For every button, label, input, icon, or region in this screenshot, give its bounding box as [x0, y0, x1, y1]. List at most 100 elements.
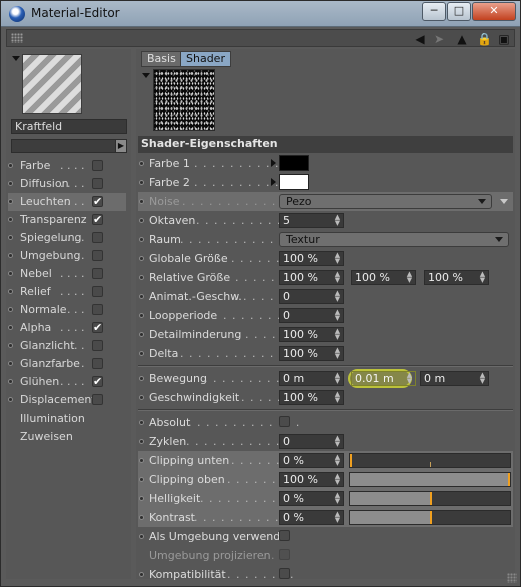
color-swatch-black[interactable] — [279, 155, 309, 171]
prop-umgebung-projizieren[interactable]: Umgebung projizieren . . . — [138, 546, 513, 565]
title-bar[interactable]: Material-Editor ─ □ ✕ — [1, 1, 520, 27]
channel-checkbox[interactable] — [92, 268, 103, 279]
spinner-icon[interactable]: ▲ ▼ — [334, 309, 341, 322]
spinner-icon[interactable]: ▲ ▼ — [334, 511, 341, 524]
animat-field[interactable]: 0 ▲ ▼ — [279, 289, 344, 304]
channel-item[interactable]: Transparenz. . . . ✔ — [8, 211, 126, 229]
prop-farbe1[interactable]: Farbe 1 . . . . . . . . . . . . — [138, 154, 513, 173]
prop-clipping-oben[interactable]: Clipping oben . . . . . . . . . 100 % ▲ ▼ — [138, 470, 513, 489]
channel-checkbox[interactable] — [92, 178, 103, 189]
prop-farbe2[interactable]: Farbe 2 . . . . . . . . . . . . — [138, 173, 513, 192]
toolbar-grip-icon[interactable] — [11, 33, 23, 43]
prop-globale-groesse[interactable]: Globale Größe . . . . . . . . . 100 % ▲ ▼ — [138, 249, 513, 268]
anim-dot-icon[interactable] — [8, 163, 13, 168]
maximize-button[interactable]: □ — [447, 2, 471, 21]
channel-item[interactable]: Glühen. . . . ✔ — [8, 373, 126, 391]
shader-preview[interactable] — [153, 69, 215, 131]
anim-dot-icon[interactable] — [139, 477, 144, 482]
tab-shader[interactable]: Shader — [180, 51, 231, 67]
anim-dot-icon[interactable] — [139, 294, 144, 299]
anim-dot-icon[interactable] — [8, 343, 13, 348]
channel-item[interactable]: Relief . . . . — [8, 283, 126, 301]
clip-unten-slider[interactable] — [349, 453, 511, 468]
anim-dot-icon[interactable] — [8, 397, 13, 402]
prop-kontrast[interactable]: Kontrast . . . . . . . . . . . . 0 % ▲ ▼ — [138, 508, 513, 527]
delta-field[interactable]: 100 % ▲ ▼ — [279, 346, 344, 361]
prop-delta[interactable]: Delta . . . . . . . . . . . . . . 100 % ▲… — [138, 344, 513, 363]
spinner-icon[interactable]: ▲ ▼ — [334, 214, 341, 227]
anim-dot-icon[interactable] — [139, 313, 144, 318]
anim-dot-icon[interactable] — [139, 515, 144, 520]
prop-absolut[interactable]: Absolut . . . . . . . . . . . . . — [138, 413, 513, 432]
clip-oben-slider[interactable] — [349, 472, 511, 487]
clip-oben-field[interactable]: 100 % ▲ ▼ — [279, 472, 344, 487]
bewegung-z-field[interactable]: 0 m ▲ ▼ — [420, 371, 489, 386]
spinner-icon[interactable]: ▲ ▼ — [334, 290, 341, 303]
spinner-icon[interactable]: ▲ ▼ — [334, 492, 341, 505]
spinner-icon[interactable]: ▲ ▼ — [334, 473, 341, 486]
color-swatch-white[interactable] — [279, 174, 309, 190]
kontrast-field[interactable]: 0 % ▲ ▼ — [279, 510, 344, 525]
anim-dot-icon[interactable] — [8, 325, 13, 330]
spinner-icon[interactable]: ▲ ▼ — [334, 328, 341, 341]
anim-dot-icon[interactable] — [139, 534, 144, 539]
prop-kompatibilitaet[interactable]: Kompatibilität . . . . . . . . . — [138, 565, 513, 584]
raum-dropdown[interactable]: Textur — [279, 232, 509, 247]
anim-dot-icon[interactable] — [139, 218, 144, 223]
spinner-icon[interactable]: ▲ ▼ — [406, 271, 413, 284]
resize-grip-icon[interactable] — [507, 573, 517, 583]
channel-checkbox[interactable] — [92, 358, 103, 369]
channel-checkbox[interactable] — [92, 250, 103, 261]
back-arrow-icon[interactable]: ◀ — [413, 30, 427, 48]
anim-dot-icon[interactable] — [139, 256, 144, 261]
clip-unten-field[interactable]: 0 % ▲ ▼ — [279, 453, 344, 468]
channel-item[interactable]: Farbe . . . . — [8, 157, 126, 175]
relative-z-field[interactable]: 100 % ▲ ▼ — [424, 270, 489, 285]
spinner-icon[interactable]: ▲ ▼ — [406, 372, 413, 385]
channel-item[interactable]: Umgebung. . . . — [8, 247, 126, 265]
prop-detailminderung[interactable]: Detailminderung . . . . . . . . 100 % ▲ ▼ — [138, 325, 513, 344]
spinner-icon[interactable]: ▲ ▼ — [479, 271, 486, 284]
channel-item[interactable]: Spiegelung. . . . — [8, 229, 126, 247]
anim-dot-icon[interactable] — [139, 199, 144, 204]
anim-dot-icon[interactable] — [8, 379, 13, 384]
menu-zuweisen[interactable]: Zuweisen — [20, 430, 73, 443]
anim-dot-icon[interactable] — [139, 237, 144, 242]
tab-basis[interactable]: Basis — [141, 51, 182, 67]
expand-arrow-icon[interactable] — [271, 159, 276, 167]
detail-field[interactable]: 100 % ▲ ▼ — [279, 327, 344, 342]
kontrast-slider[interactable] — [349, 510, 511, 525]
prop-noise[interactable]: Noise . . . . . . . . . . . . . . Pezo — [138, 192, 513, 211]
slider-handle[interactable] — [508, 473, 510, 486]
anim-dot-icon[interactable] — [8, 199, 13, 204]
noise-dropdown[interactable]: Pezo — [279, 194, 492, 209]
prop-animat-geschw[interactable]: Animat.-Geschw. . . . . . . . . 0 ▲ ▼ — [138, 287, 513, 306]
prop-zyklen[interactable]: Zyklen . . . . . . . . . . . . . 0 ▲ ▼ — [138, 432, 513, 451]
channel-item[interactable]: Glanzfarbe. . . . — [8, 355, 126, 373]
anim-dot-icon[interactable] — [139, 275, 144, 280]
slider-handle[interactable] — [430, 511, 432, 524]
prop-bewegung[interactable]: Bewegung . . . . . . . . . . . 0 m ▲ ▼ 0.0… — [138, 369, 513, 388]
globale-field[interactable]: 100 % ▲ ▼ — [279, 251, 344, 266]
bewegung-x-field[interactable]: 0 m ▲ ▼ — [279, 371, 344, 386]
spinner-icon[interactable]: ▲ ▼ — [334, 454, 341, 467]
expand-arrow-icon[interactable] — [271, 178, 276, 186]
spinner-icon[interactable]: ▲ ▼ — [334, 435, 341, 448]
umgebung-projizieren-checkbox[interactable] — [279, 549, 290, 560]
shader-preview-menu-icon[interactable] — [142, 73, 150, 78]
anim-dot-icon[interactable] — [8, 181, 13, 186]
als-umgebung-checkbox[interactable] — [279, 530, 290, 541]
spinner-icon[interactable]: ▲ ▼ — [334, 372, 341, 385]
close-button[interactable]: ✕ — [472, 2, 516, 21]
channel-item[interactable]: Diffusion. . . . — [8, 175, 126, 193]
anim-dot-icon[interactable] — [8, 271, 13, 276]
anim-dot-icon[interactable] — [139, 572, 144, 577]
prop-clipping-unten[interactable]: Clipping unten . . . . . . . . . 0 % ▲ ▼ — [138, 451, 513, 470]
channel-item[interactable]: Normale. . . . — [8, 301, 126, 319]
noise-preset-icon[interactable] — [500, 199, 508, 204]
hell-slider[interactable] — [349, 491, 511, 506]
channel-checkbox[interactable] — [92, 286, 103, 297]
loop-field[interactable]: 0 ▲ ▼ — [279, 308, 344, 323]
channel-item[interactable]: Alpha . . . . ✔ — [8, 319, 126, 337]
hell-field[interactable]: 0 % ▲ ▼ — [279, 491, 344, 506]
